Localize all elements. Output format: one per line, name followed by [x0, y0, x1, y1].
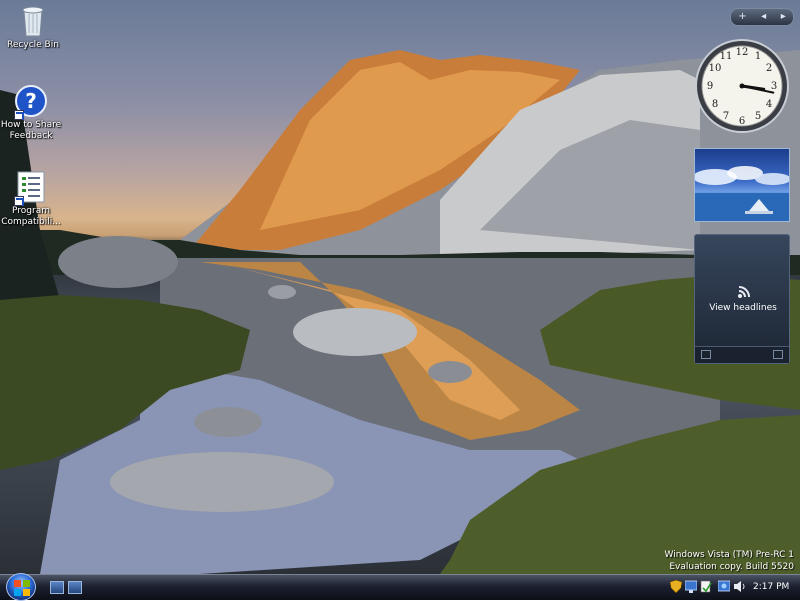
shortcut-arrow-icon — [14, 196, 24, 206]
shield-icon[interactable] — [670, 580, 682, 593]
feed-footer — [695, 346, 789, 363]
sidebar-next-button[interactable]: ▸ — [781, 10, 786, 24]
svg-text:2: 2 — [766, 63, 772, 74]
feed-headlines-gadget[interactable]: View headlines — [694, 234, 790, 364]
network-icon[interactable] — [685, 580, 697, 593]
display-icon[interactable] — [718, 580, 730, 593]
view-headlines-link[interactable]: View headlines — [695, 303, 791, 313]
add-gadget-button[interactable]: + — [738, 10, 746, 24]
desktop-icon-label: How to Share Feedback — [0, 120, 62, 141]
svg-text:6: 6 — [739, 116, 745, 127]
sidebar-controls: + ◂ ▸ — [730, 8, 794, 26]
svg-text:4: 4 — [766, 99, 772, 110]
clock-face: 12 12 345 678 91011 — [695, 39, 789, 133]
start-button[interactable] — [6, 573, 36, 601]
security-icon[interactable] — [700, 580, 712, 593]
desktop-icon-recycle-bin[interactable]: Recycle Bin — [0, 4, 66, 51]
svg-text:9: 9 — [707, 81, 713, 92]
windows-logo-icon — [14, 580, 30, 596]
desktop-icon-how-to-share-feedback[interactable]: ? How to Share Feedback — [0, 84, 64, 142]
clock-gadget[interactable]: 12 1 2 345 678 9 10 11 — [694, 38, 790, 134]
build-watermark: Windows Vista (TM) Pre-RC 1 Evaluation c… — [665, 549, 794, 573]
svg-text:5: 5 — [755, 111, 761, 122]
svg-text:?: ? — [25, 89, 37, 113]
program-compatibility-icon — [14, 170, 48, 206]
svg-text:1: 1 — [755, 51, 761, 62]
feed-prev-icon[interactable] — [701, 350, 711, 359]
show-desktop-icon[interactable] — [50, 581, 64, 594]
svg-text:12: 12 — [736, 47, 749, 58]
svg-text:11: 11 — [720, 51, 733, 62]
volume-icon[interactable] — [734, 580, 746, 593]
switch-windows-icon[interactable] — [68, 581, 82, 594]
recycle-bin-icon — [16, 4, 50, 38]
desktop-icon-label: Recycle Bin — [7, 40, 59, 50]
taskbar-clock[interactable]: 2:17 PM — [753, 582, 789, 592]
svg-text:3: 3 — [771, 81, 777, 92]
sidebar-prev-button[interactable]: ◂ — [761, 10, 766, 24]
shortcut-arrow-icon — [14, 110, 24, 120]
slideshow-gadget[interactable] — [694, 148, 790, 222]
desktop-icon-program-compatibility[interactable]: Program Compatibili... — [0, 170, 64, 228]
feed-next-icon[interactable] — [773, 350, 783, 359]
svg-text:7: 7 — [723, 111, 729, 122]
watermark-line: Evaluation copy. Build 5520 — [669, 562, 794, 572]
svg-text:8: 8 — [712, 99, 718, 110]
help-icon: ? — [14, 84, 48, 120]
svg-text:10: 10 — [709, 63, 722, 74]
rss-icon — [738, 286, 750, 298]
desktop-wallpaper — [0, 0, 800, 574]
desktop-icon-label: Program Compatibili... — [1, 206, 61, 227]
watermark-line: Windows Vista (TM) Pre-RC 1 — [664, 550, 794, 560]
slideshow-image — [695, 166, 789, 221]
